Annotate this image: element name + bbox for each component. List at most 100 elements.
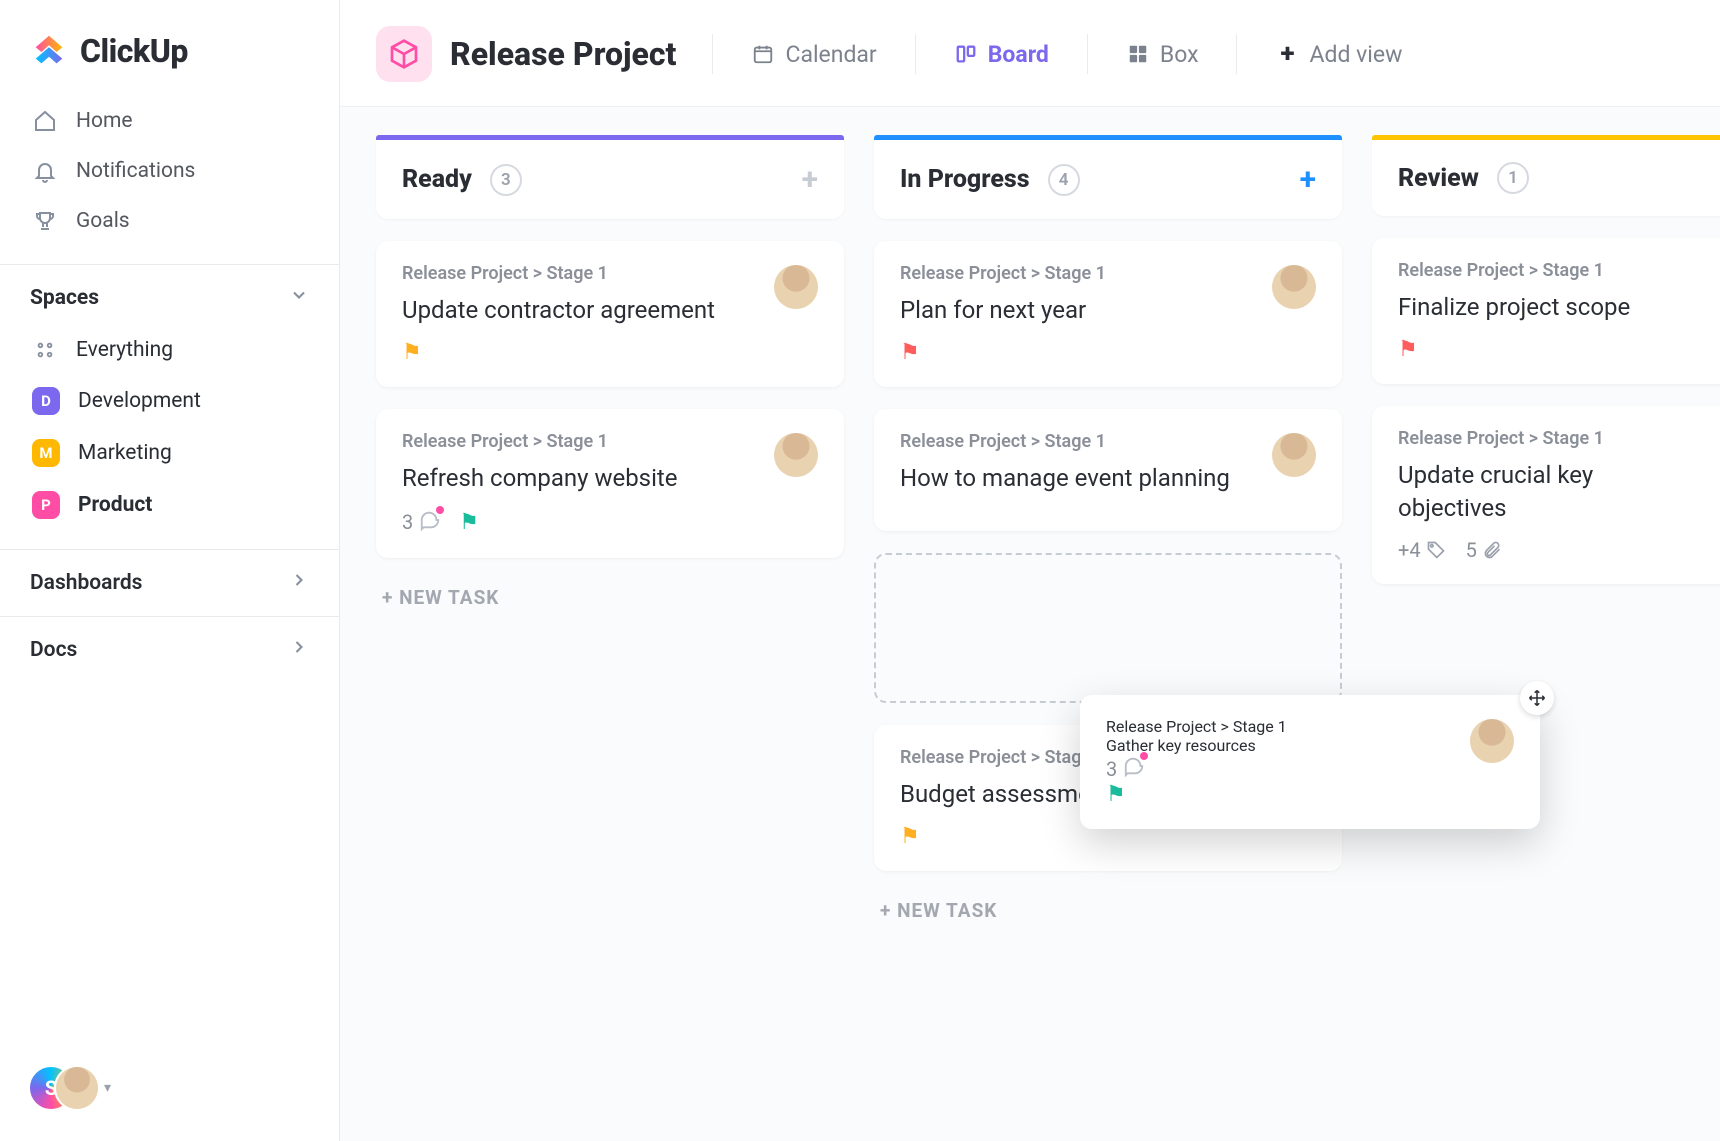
priority-flag-icon[interactable]: ⚑ <box>402 340 422 365</box>
assignee-avatar[interactable] <box>1470 719 1514 763</box>
card-breadcrumb: Release Project > Stage 1 <box>1106 717 1514 736</box>
priority-flag-icon[interactable]: ⚑ <box>900 824 920 849</box>
brand-row[interactable]: ClickUp <box>0 0 339 96</box>
column-title: Ready <box>402 165 472 194</box>
trophy-icon <box>32 208 58 234</box>
task-card[interactable]: Release Project > Stage 1 Plan for next … <box>874 241 1342 387</box>
divider <box>1236 34 1237 74</box>
new-task-button[interactable]: + NEW TASK <box>376 580 844 615</box>
move-cursor-icon <box>1520 681 1554 715</box>
tag-icon <box>1426 540 1446 560</box>
task-card[interactable]: Release Project > Stage 1 Refresh compan… <box>376 409 844 557</box>
brand-name: ClickUp <box>80 32 188 70</box>
priority-flag-icon[interactable]: ⚑ <box>1106 782 1126 807</box>
dragging-task-card[interactable]: Release Project > Stage 1 Gather key res… <box>1080 695 1540 829</box>
sidebar-space-product[interactable]: P Product <box>18 479 321 531</box>
task-card[interactable]: Release Project > Stage 1 How to manage … <box>874 409 1342 530</box>
nav-goals-label: Goals <box>76 209 130 233</box>
card-title: How to manage event planning <box>900 462 1316 494</box>
grid-dots-icon <box>32 337 58 363</box>
user-avatar <box>54 1065 100 1111</box>
space-label: Marketing <box>78 441 172 465</box>
comments-number: 3 <box>1106 757 1117 781</box>
nav-docs[interactable]: Docs <box>0 616 339 683</box>
priority-flag-icon[interactable]: ⚑ <box>900 340 920 365</box>
comment-icon <box>1123 755 1145 782</box>
column-add-button[interactable]: + <box>802 162 818 197</box>
column-header: Ready 3 + <box>376 140 844 219</box>
project-cube-icon <box>376 26 432 82</box>
view-tab-label: Box <box>1160 41 1199 68</box>
task-card[interactable]: Release Project > Stage 1 Update contrac… <box>376 241 844 387</box>
assignee-avatar[interactable] <box>774 265 818 309</box>
nav-goals[interactable]: Goals <box>18 196 321 246</box>
nav-dashboards-label: Dashboards <box>30 571 142 595</box>
nav-notifications[interactable]: Notifications <box>18 146 321 196</box>
spaces-header-label: Spaces <box>30 286 99 310</box>
nav-home-label: Home <box>76 109 133 133</box>
divider <box>712 34 713 74</box>
topbar: Release Project Calendar Board Box + Add… <box>340 0 1720 107</box>
card-title: Refresh company website <box>402 462 818 494</box>
card-breadcrumb: Release Project > Stage 1 <box>1398 428 1706 449</box>
board-icon <box>954 42 978 66</box>
add-view-button[interactable]: + Add view <box>1263 35 1414 74</box>
assignee-avatar[interactable] <box>1272 265 1316 309</box>
task-card[interactable]: Release Project > Stage 1 Finalize proje… <box>1372 238 1720 384</box>
card-dropzone[interactable] <box>874 553 1342 703</box>
space-everything[interactable]: Everything <box>18 325 321 375</box>
card-title: Plan for next year <box>900 294 1316 326</box>
view-tab-board[interactable]: Board <box>942 35 1061 74</box>
priority-flag-icon[interactable]: ⚑ <box>1398 337 1418 362</box>
add-view-label: Add view <box>1309 41 1402 68</box>
space-label: Product <box>78 493 152 517</box>
sidebar-space-marketing[interactable]: M Marketing <box>18 427 321 479</box>
board-column-review: Review 1 Release Project > Stage 1 Final… <box>1372 135 1720 606</box>
view-tab-label: Board <box>988 41 1049 68</box>
space-badge: M <box>32 439 60 467</box>
divider <box>915 34 916 74</box>
paperclip-icon <box>1482 540 1502 560</box>
chevron-down-icon <box>289 285 309 311</box>
view-tab-calendar[interactable]: Calendar <box>739 35 888 74</box>
card-breadcrumb: Release Project > Stage 1 <box>402 431 818 452</box>
view-tab-label: Calendar <box>785 41 876 68</box>
comments-count[interactable]: 3 <box>1106 755 1514 782</box>
column-add-button[interactable]: + <box>1300 162 1316 197</box>
column-header: In Progress 4 + <box>874 140 1342 219</box>
attachments-count[interactable]: 5 <box>1466 538 1502 562</box>
chevron-down-icon: ▾ <box>104 1080 111 1096</box>
column-count: 1 <box>1497 162 1529 194</box>
comments-count[interactable]: 3 <box>402 509 441 536</box>
column-count: 4 <box>1048 164 1080 196</box>
plus-icon: + <box>1275 42 1299 66</box>
view-tab-box[interactable]: Box <box>1114 35 1211 74</box>
nav-home[interactable]: Home <box>18 96 321 146</box>
priority-flag-icon[interactable]: ⚑ <box>459 510 479 535</box>
space-badge: D <box>32 387 60 415</box>
column-title: In Progress <box>900 165 1030 194</box>
card-breadcrumb: Release Project > Stage 1 <box>402 263 818 284</box>
board: Ready 3 + Release Project > Stage 1 Upda… <box>340 107 1720 1141</box>
sidebar-space-development[interactable]: D Development <box>18 375 321 427</box>
chevron-right-icon <box>289 570 309 596</box>
card-breadcrumb: Release Project > Stage 1 <box>900 431 1316 452</box>
card-title: Gather key resources <box>1106 736 1514 755</box>
brand-logo-icon <box>30 32 68 70</box>
comments-number: 3 <box>402 510 413 534</box>
avatar-stack: S <box>28 1065 98 1111</box>
card-title: Update crucial key objectives <box>1398 459 1706 524</box>
chevron-right-icon <box>289 637 309 663</box>
main: Release Project Calendar Board Box + Add… <box>340 0 1720 1141</box>
new-task-button[interactable]: + NEW TASK <box>874 893 1342 928</box>
nav-notifications-label: Notifications <box>76 159 195 183</box>
tags-count[interactable]: +4 <box>1398 538 1446 562</box>
calendar-icon <box>751 42 775 66</box>
nav-dashboards[interactable]: Dashboards <box>0 549 339 616</box>
user-menu[interactable]: S ▾ <box>28 1065 111 1111</box>
task-card[interactable]: Release Project > Stage 1 Update crucial… <box>1372 406 1720 584</box>
bell-icon <box>32 158 58 184</box>
home-icon <box>32 108 58 134</box>
column-title: Review <box>1398 164 1479 193</box>
spaces-header[interactable]: Spaces <box>0 264 339 325</box>
